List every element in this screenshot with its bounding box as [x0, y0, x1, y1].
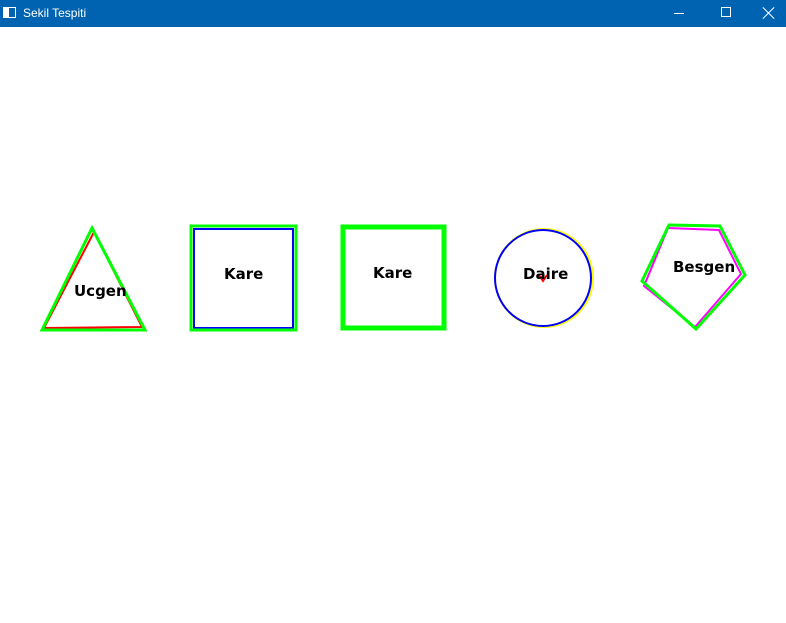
maximize-button[interactable]	[702, 0, 748, 27]
circle-shape: Daire	[494, 228, 594, 328]
pentagon-detected-contour	[640, 223, 747, 332]
square-2-shape: Kare	[340, 224, 447, 331]
close-icon	[762, 6, 776, 20]
pentagon-label: Besgen	[673, 258, 735, 276]
minimize-icon	[674, 13, 684, 14]
triangle-label: Ucgen	[74, 282, 127, 300]
triangle-shape: Ucgen	[39, 224, 148, 332]
window-title: Sekil Tespiti	[23, 6, 87, 20]
minimize-button[interactable]	[656, 0, 702, 27]
square-1-shape: Kare	[189, 224, 298, 332]
pentagon-shape: Besgen	[640, 223, 747, 332]
pentagon-inner-contour	[642, 226, 743, 329]
triangle-inner-contour	[42, 229, 144, 330]
triangle-detected-contour	[39, 224, 148, 332]
maximize-icon	[721, 7, 731, 17]
title-bar[interactable]: Sekil Tespiti	[0, 0, 786, 27]
square-2-label: Kare	[373, 264, 412, 282]
circle-label: Daire	[523, 265, 568, 283]
close-button[interactable]	[748, 0, 786, 27]
image-canvas: Ucgen Kare Kare Daire Besgen	[39, 223, 747, 332]
app-window-icon	[3, 7, 16, 18]
square-1-label: Kare	[224, 265, 263, 283]
